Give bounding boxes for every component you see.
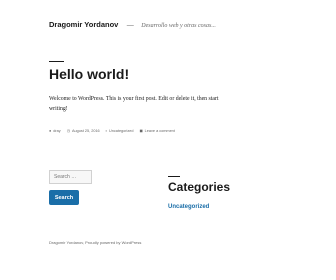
categories-widget-title: Categories (168, 180, 231, 194)
meta-date: ◷ August 25, 2016 (66, 128, 100, 134)
site-description: Desarrollo web y otras cosas... (141, 23, 216, 29)
category-link[interactable]: Uncategorized (109, 129, 133, 133)
folder-icon: ▪ (105, 128, 108, 133)
category-item-uncategorized[interactable]: Uncategorized (168, 204, 209, 210)
meta-comments: ◼ Leave a comment (139, 128, 175, 134)
search-input[interactable] (49, 170, 92, 184)
site-header: Dragomir Yordanov — Desarrollo web y otr… (49, 14, 216, 32)
post-content: Welcome to WordPress. This is your first… (49, 96, 219, 112)
comment-icon: ◼ (139, 129, 143, 133)
meta-author: ● dray (49, 129, 61, 133)
comments-link[interactable]: Leave a comment (145, 129, 175, 133)
author-link[interactable]: dray (53, 129, 60, 133)
site-footer: Dragomir Yordanov, Proudly powered by Wo… (49, 240, 142, 245)
user-icon: ● (49, 128, 52, 133)
post-divider (49, 61, 64, 62)
date-link[interactable]: August 25, 2016 (72, 129, 100, 133)
entry-meta: ● dray ◷ August 25, 2016 ▪ Uncategorized… (49, 128, 175, 134)
post-title[interactable]: Hello world! (49, 67, 129, 81)
meta-category: ▪ Uncategorized (106, 129, 134, 133)
widget-divider (168, 176, 180, 177)
search-button[interactable]: Search (49, 190, 79, 205)
clock-icon: ◷ (66, 129, 71, 133)
site-title-link[interactable]: Dragomir Yordanov (49, 20, 118, 29)
title-separator: — (126, 22, 134, 29)
